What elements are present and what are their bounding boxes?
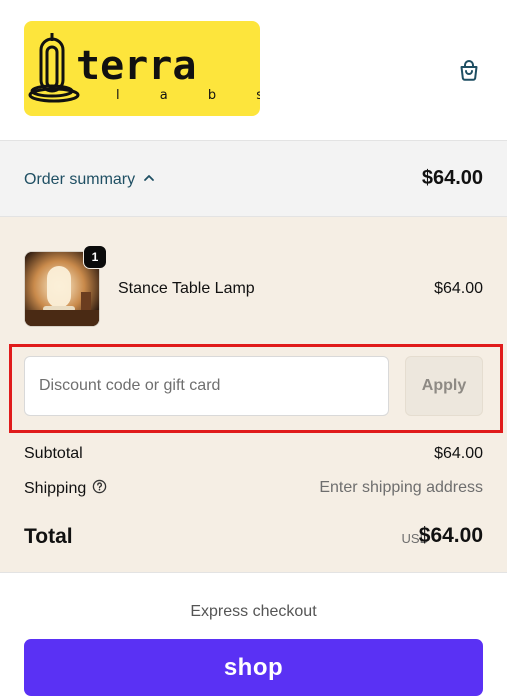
order-summary-bar: Order summary $64.00: [0, 141, 507, 217]
cart-bag-icon[interactable]: [455, 57, 483, 85]
total-value: $64.00: [418, 524, 483, 547]
subtotal-label-text: Subtotal: [24, 445, 83, 462]
subtotal-value: $64.00: [434, 445, 483, 462]
terra-labs-logo-graphic: terra l a b s: [28, 33, 260, 103]
quantity-badge: 1: [83, 245, 107, 269]
checkout-header: terra l a b s: [0, 0, 507, 141]
express-checkout-label: Express checkout: [190, 603, 317, 620]
product-name: Stance Table Lamp: [118, 280, 255, 297]
shop-pay-button[interactable]: shop: [24, 639, 483, 696]
chevron-up-icon: [143, 171, 155, 189]
order-summary-toggle[interactable]: Order summary: [24, 168, 155, 192]
shipping-label-text: Shipping: [24, 480, 87, 497]
shipping-label: Shipping: [24, 479, 107, 499]
discount-code-input[interactable]: [24, 356, 389, 416]
order-summary-panel: 1 Stance Table Lamp $64.00 Apply Subtota…: [0, 217, 507, 573]
logo-subtext: l a b s: [116, 88, 260, 103]
shipping-value: Enter shipping address: [319, 479, 483, 496]
apply-discount-button[interactable]: Apply: [405, 356, 483, 416]
logo-wordmark: terra: [76, 43, 196, 89]
subtotal-label: Subtotal: [24, 445, 83, 463]
help-circle-icon[interactable]: [92, 479, 107, 499]
order-summary-total: $64.00: [421, 167, 483, 189]
store-logo[interactable]: terra l a b s: [24, 21, 260, 116]
order-summary-label: Order summary: [24, 171, 136, 188]
total-label: Total: [24, 525, 73, 548]
product-price: $64.00: [434, 280, 483, 297]
